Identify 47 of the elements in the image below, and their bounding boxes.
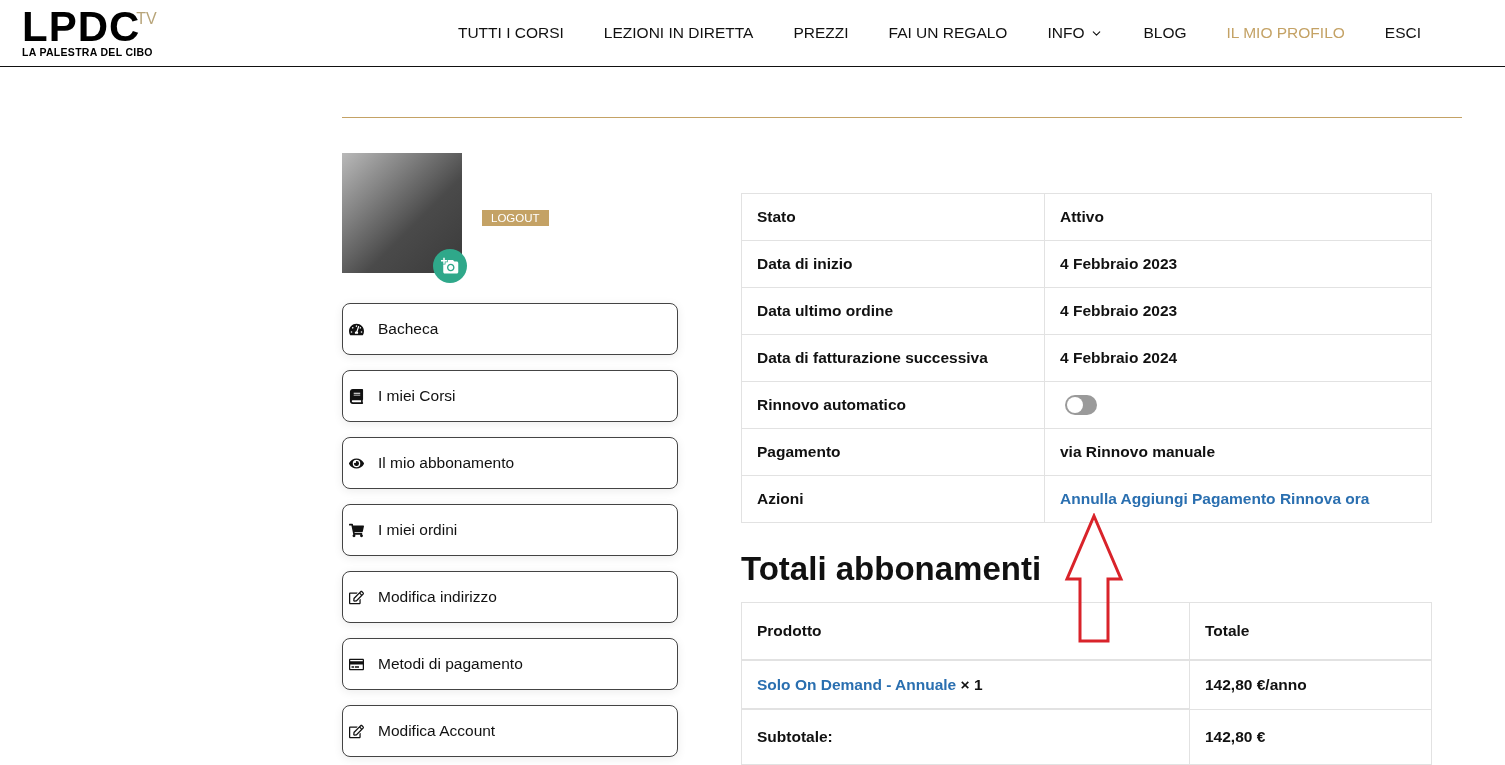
sidebar-item[interactable]: Bacheca [342, 303, 678, 355]
table-cell: Subtotale: [741, 709, 1190, 765]
column-header: Totale [1189, 602, 1432, 660]
sidebar-item[interactable]: I miei ordini [342, 504, 678, 556]
table-cell: 4 Febbraio 2023 [1044, 240, 1432, 288]
nav-link[interactable]: PREZZI [773, 24, 869, 42]
nav-link[interactable]: FAI UN REGALO [868, 24, 1028, 42]
table-cell: Azioni [741, 475, 1045, 523]
table-cell: Data di fatturazione successiva [741, 334, 1045, 382]
column-header: Prodotto [741, 602, 1190, 660]
table-cell: Data ultimo ordine [741, 287, 1045, 335]
section-title: Totali abbonamenti [741, 550, 1043, 588]
sidebar-item[interactable]: I miei Corsi [342, 370, 678, 422]
table-cell: 142,80 € [1189, 709, 1432, 765]
table-cell: 4 Febbraio 2024 [1044, 334, 1432, 382]
action-link[interactable]: Annulla [1060, 490, 1117, 507]
nav-link[interactable]: ESCI [1364, 24, 1441, 42]
table-cell: Pagamento [741, 428, 1045, 476]
sidebar-item[interactable]: Il mio abbonamento [342, 437, 678, 489]
cart-icon [348, 522, 364, 538]
camera-icon [441, 257, 459, 275]
nav-link[interactable]: TUTTI I CORSI [437, 24, 584, 42]
sidebar-item[interactable]: Metodi di pagamento [342, 638, 678, 690]
logo-tagline: LA PALESTRA DEL CIBO [22, 45, 154, 58]
edit-icon [348, 589, 364, 605]
action-link[interactable]: Aggiungi Pagamento [1120, 490, 1276, 507]
nav-link[interactable]: INFO [1027, 24, 1124, 42]
table-cell: Stato [741, 193, 1045, 241]
nav-link[interactable]: LEZIONI IN DIRETTA [583, 24, 774, 42]
quantity: × 1 [960, 675, 983, 693]
gauge-icon [348, 321, 364, 337]
table-cell: 4 Febbraio 2023 [1044, 287, 1432, 335]
product-link[interactable]: Solo On Demand - Annuale [757, 675, 957, 693]
action-link[interactable]: Rinnova ora [1279, 490, 1370, 507]
book-icon [348, 388, 364, 404]
sidebar-item[interactable]: Modifica indirizzo [342, 571, 678, 623]
table-cell: Rinnovo automatico [741, 381, 1045, 429]
sidebar-item[interactable]: Modifica Account [342, 705, 678, 757]
add-photo-button[interactable] [433, 249, 467, 283]
credit-card-icon [348, 656, 364, 672]
table-cell: Data di inizio [741, 240, 1045, 288]
table-cell: 142,80 €/anno [1189, 660, 1432, 709]
nav-link[interactable]: BLOG [1123, 24, 1207, 42]
table-cell: Attivo [1044, 193, 1432, 241]
edit-icon [348, 723, 364, 739]
table-cell: via Rinnovo manuale [1044, 428, 1432, 476]
toggle-switch[interactable] [1065, 395, 1097, 415]
